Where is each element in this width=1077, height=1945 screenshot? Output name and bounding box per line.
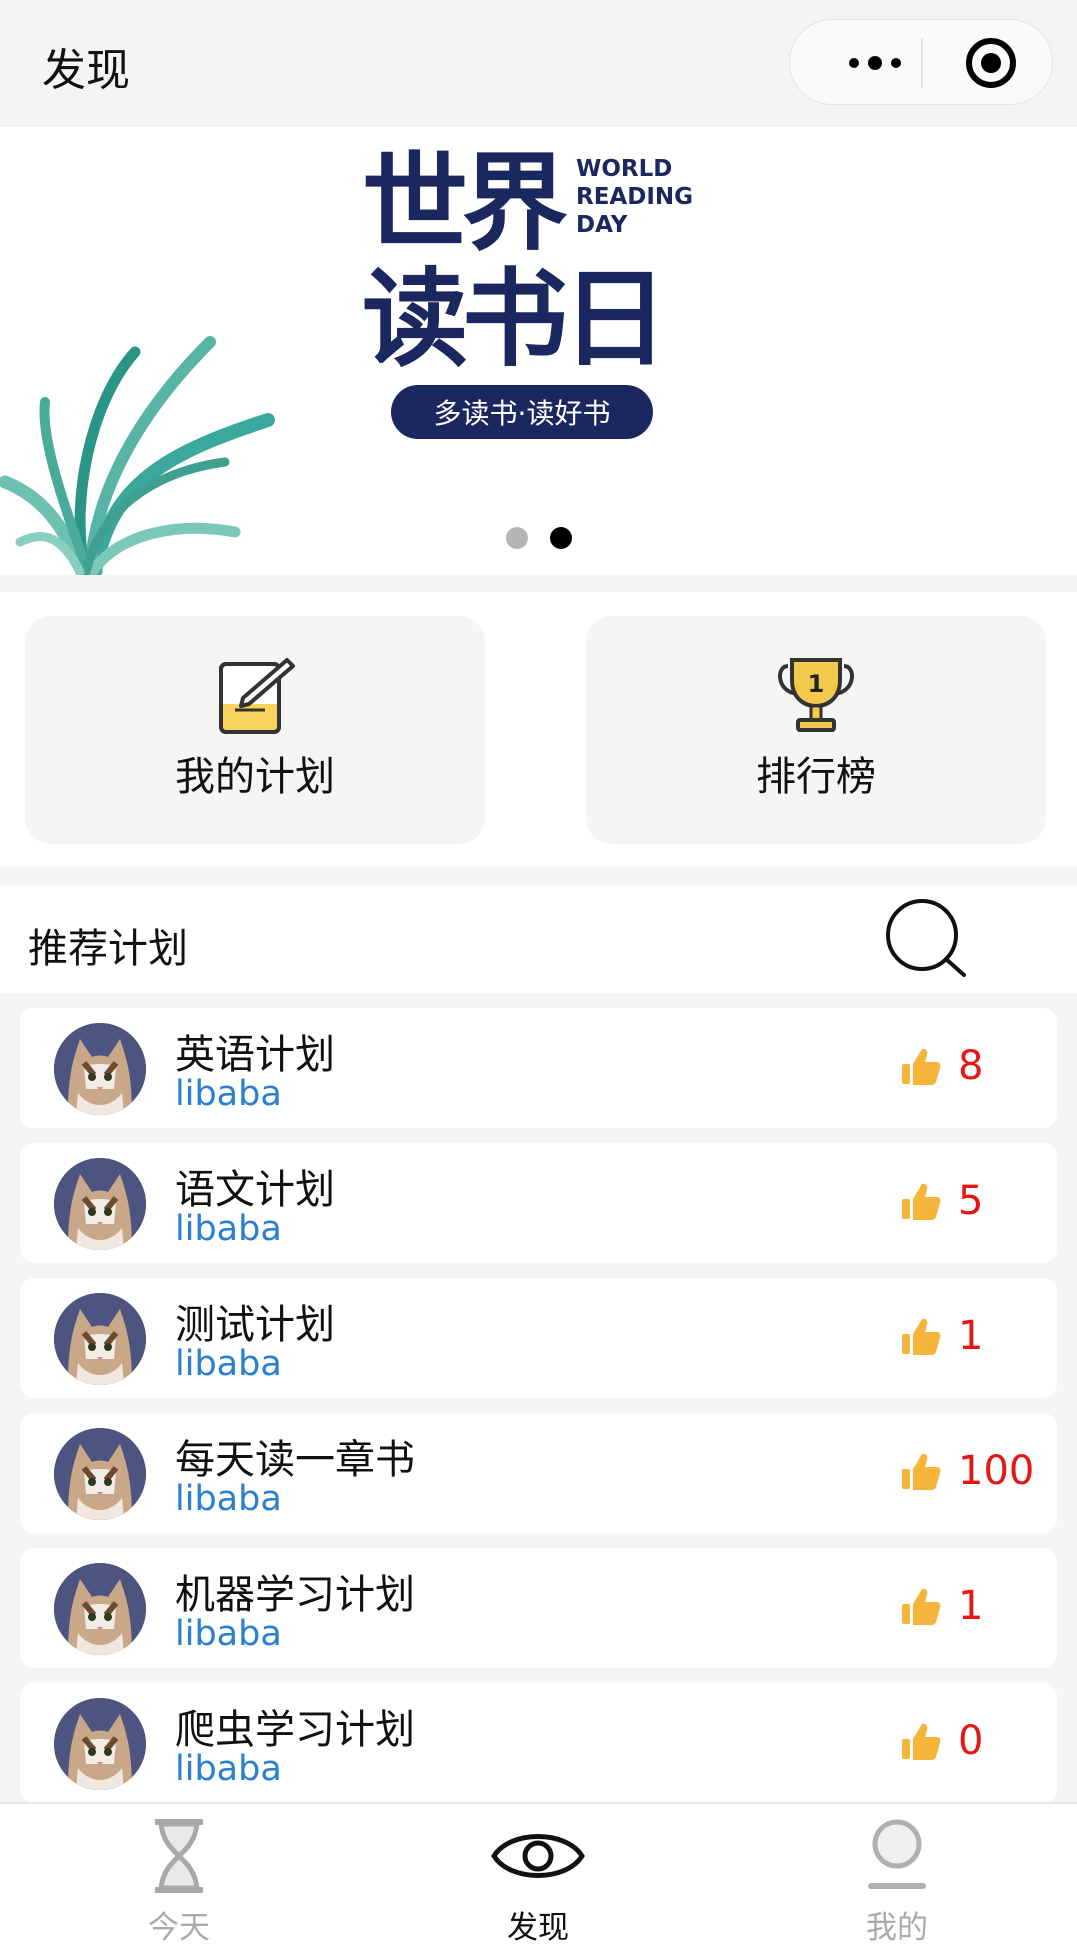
- trophy-icon: 1: [778, 658, 854, 732]
- plan-list-item[interactable]: 爬虫学习计划 libaba 0: [20, 1683, 1057, 1803]
- recommend-header: 推荐计划: [0, 885, 1077, 993]
- plan-list-item[interactable]: 每天读一章书 libaba 100: [20, 1413, 1057, 1533]
- plan-name: 机器学习计划: [175, 1572, 415, 1618]
- my-plan-card[interactable]: 我的计划: [25, 616, 485, 844]
- carousel-dot-active[interactable]: [549, 527, 572, 549]
- likes-count: 100: [958, 1448, 1035, 1494]
- notepad-pen-icon: [219, 658, 295, 734]
- plan-author[interactable]: libaba: [175, 1209, 282, 1249]
- cat-avatar: [54, 1158, 146, 1250]
- carousel-indicator: [0, 527, 1077, 549]
- tab-discover[interactable]: 发现: [438, 1804, 638, 1945]
- my-plan-label: 我的计划: [175, 754, 335, 800]
- banner-title-line2: 读书日: [362, 258, 668, 381]
- page-title: 发现: [42, 45, 130, 96]
- thumbs-up-icon[interactable]: [900, 1181, 942, 1223]
- cat-avatar: [54, 1563, 146, 1655]
- banner-title-en: WORLD READING DAY: [576, 155, 693, 239]
- thumbs-up-icon[interactable]: [900, 1046, 942, 1088]
- tab-today[interactable]: 今天: [79, 1804, 279, 1945]
- plan-name: 每天读一章书: [175, 1437, 415, 1483]
- banner-title: 世界 WORLD READING DAY 读书日: [362, 147, 693, 377]
- carousel-dot[interactable]: [505, 527, 528, 549]
- more-menu-button[interactable]: [830, 20, 920, 106]
- plan-author[interactable]: libaba: [175, 1344, 282, 1384]
- plan-list-item[interactable]: 语文计划 libaba 5: [20, 1143, 1057, 1263]
- search-icon[interactable]: [882, 895, 972, 985]
- tab-label: 发现: [507, 1910, 569, 1945]
- cat-avatar: [54, 1293, 146, 1385]
- plan-name: 测试计划: [175, 1302, 335, 1348]
- cat-avatar: [54, 1428, 146, 1520]
- eye-icon: [491, 1834, 585, 1878]
- likes-count: 5: [958, 1178, 984, 1224]
- plan-author[interactable]: libaba: [175, 1614, 282, 1654]
- plan-name: 语文计划: [175, 1167, 335, 1213]
- cat-avatar: [54, 1023, 146, 1115]
- likes-count: 8: [958, 1043, 984, 1089]
- tab-bar: 今天 发现 我的: [0, 1802, 1077, 1945]
- more-dot-icon: [849, 58, 859, 68]
- plan-name: 爬虫学习计划: [175, 1707, 415, 1753]
- plan-name: 英语计划: [175, 1032, 335, 1078]
- more-dot-icon: [891, 58, 901, 68]
- plan-author[interactable]: libaba: [175, 1479, 282, 1519]
- banner-slogan: 多读书·读好书: [391, 385, 653, 439]
- mini-program-capsule: [789, 19, 1053, 105]
- likes-count: 1: [958, 1313, 984, 1359]
- plan-list-item[interactable]: 测试计划 libaba 1: [20, 1278, 1057, 1398]
- thumbs-up-icon[interactable]: [900, 1316, 942, 1358]
- hourglass-icon: [155, 1819, 203, 1893]
- section-title: 推荐计划: [28, 926, 188, 972]
- leaderboard-label: 排行榜: [756, 754, 876, 800]
- plan-author[interactable]: libaba: [175, 1749, 282, 1789]
- tab-mine[interactable]: 我的: [797, 1804, 997, 1945]
- nav-bar: 发现: [0, 0, 1077, 127]
- quick-actions: 我的计划 1 排行榜: [0, 592, 1077, 867]
- thumbs-up-icon[interactable]: [900, 1451, 942, 1493]
- banner-en-word: WORLD: [576, 156, 673, 182]
- plan-author[interactable]: libaba: [175, 1074, 282, 1114]
- capsule-divider: [921, 38, 923, 88]
- plan-list: 英语计划 libaba 8 语文计划 libaba 5 测试计划 libaba …: [20, 1008, 1057, 1818]
- plan-list-item[interactable]: 英语计划 libaba 8: [20, 1008, 1057, 1128]
- close-target-icon[interactable]: [966, 38, 1016, 88]
- tab-label: 今天: [148, 1910, 210, 1945]
- banner-en-word: DAY: [576, 212, 628, 238]
- thumbs-up-icon[interactable]: [900, 1586, 942, 1628]
- thumbs-up-icon[interactable]: [900, 1721, 942, 1763]
- banner-en-word: READING: [576, 184, 693, 210]
- tab-label: 我的: [866, 1910, 928, 1945]
- cat-avatar: [54, 1698, 146, 1790]
- banner-carousel[interactable]: 世界 WORLD READING DAY 读书日 多读书·读好书: [0, 127, 1077, 575]
- more-dot-icon: [868, 56, 882, 70]
- user-icon: [868, 1819, 926, 1889]
- likes-count: 1: [958, 1583, 984, 1629]
- leaderboard-card[interactable]: 1 排行榜: [586, 616, 1046, 844]
- svg-text:1: 1: [808, 670, 825, 698]
- plan-list-item[interactable]: 机器学习计划 libaba 1: [20, 1548, 1057, 1668]
- likes-count: 0: [958, 1718, 984, 1764]
